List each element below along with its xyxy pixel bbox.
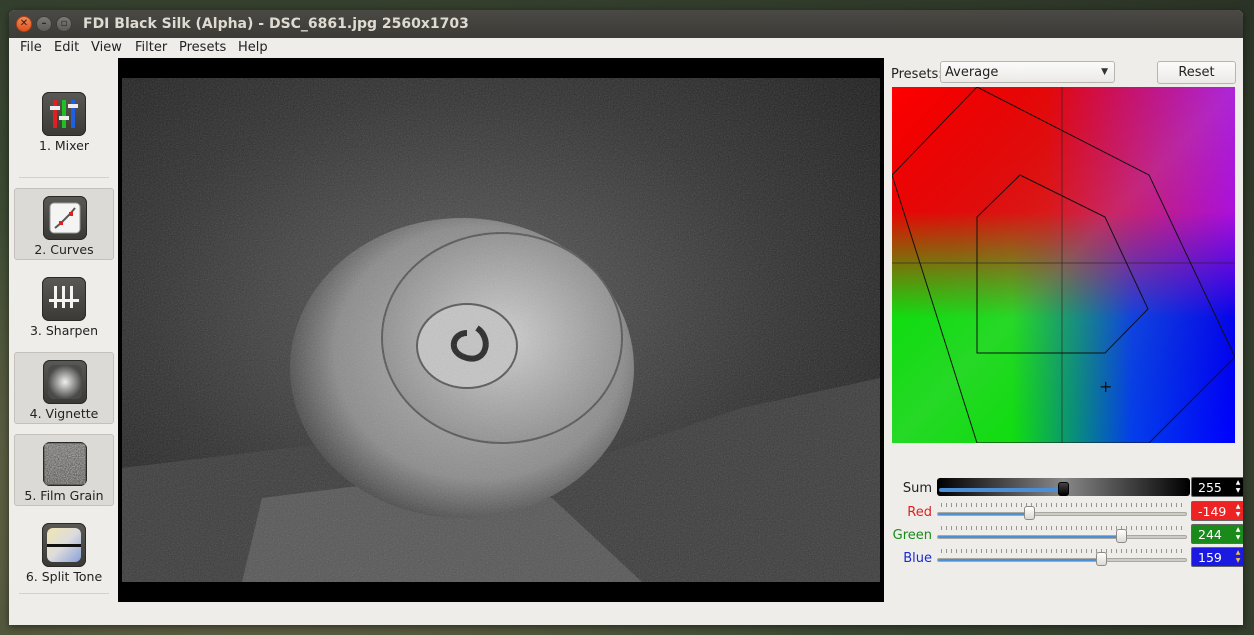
sum-value: 255 bbox=[1198, 480, 1222, 495]
spin-arrows-icon[interactable]: ▲ ▼ bbox=[1233, 503, 1243, 519]
tool-sharpen[interactable]: 3. Sharpen bbox=[14, 270, 114, 342]
menu-presets[interactable]: Presets bbox=[179, 40, 226, 55]
blue-spinbox[interactable]: 159 ▲ ▼ bbox=[1191, 547, 1243, 567]
slider-sum-fill bbox=[939, 488, 1063, 492]
menu-help[interactable]: Help bbox=[238, 40, 268, 55]
film-grain-icon bbox=[43, 442, 87, 486]
reset-button[interactable]: Reset bbox=[1157, 61, 1236, 84]
slider-green-track[interactable] bbox=[937, 535, 1187, 539]
slider-green-handle[interactable] bbox=[1116, 529, 1127, 543]
close-window-button[interactable]: ✕ bbox=[16, 16, 32, 32]
settings-panel: Presets: Average ▼ Reset + Sum 255 ▲ ▼ R… bbox=[889, 58, 1243, 618]
slider-red-label: Red bbox=[907, 505, 932, 520]
sum-spinbox[interactable]: 255 ▲ ▼ bbox=[1191, 477, 1243, 497]
tool-sharpen-label: 3. Sharpen bbox=[29, 323, 99, 338]
green-spinbox[interactable]: 244 ▲ ▼ bbox=[1191, 524, 1243, 544]
presets-selected-value: Average bbox=[945, 65, 999, 80]
slider-red: Red -149 ▲ ▼ bbox=[889, 501, 1243, 523]
tool-vignette-label: 4. Vignette bbox=[29, 406, 99, 421]
title-bar[interactable]: ✕ – ▫ FDI Black Silk (Alpha) - DSC_6861.… bbox=[9, 10, 1243, 38]
slider-blue-label: Blue bbox=[903, 551, 932, 566]
menu-edit[interactable]: Edit bbox=[54, 40, 79, 55]
slider-ticks bbox=[941, 503, 1185, 507]
slider-green: Green 244 ▲ ▼ bbox=[889, 524, 1243, 546]
tool-mixer[interactable]: 1. Mixer bbox=[14, 85, 114, 157]
slider-green-label: Green bbox=[892, 528, 932, 543]
window-title: FDI Black Silk (Alpha) - DSC_6861.jpg 25… bbox=[83, 16, 469, 32]
tool-mixer-label: 1. Mixer bbox=[39, 138, 89, 153]
menu-file[interactable]: File bbox=[20, 40, 42, 55]
mixer-icon bbox=[42, 92, 86, 136]
dropdown-arrow-icon: ▼ bbox=[1101, 67, 1108, 77]
green-value: 244 bbox=[1198, 527, 1222, 542]
snail-shell-photo bbox=[122, 78, 880, 582]
channel-color-map[interactable]: + bbox=[892, 87, 1235, 443]
red-value: -149 bbox=[1198, 504, 1227, 519]
spin-arrows-icon[interactable]: ▲ ▼ bbox=[1233, 526, 1243, 542]
menu-view[interactable]: View bbox=[91, 40, 122, 55]
divider bbox=[19, 593, 109, 594]
presets-label: Presets: bbox=[891, 67, 943, 82]
tool-film-grain[interactable]: 5. Film Grain bbox=[14, 434, 114, 506]
slider-ticks bbox=[941, 526, 1185, 530]
divider bbox=[19, 177, 109, 178]
slider-sum-label: Sum bbox=[902, 481, 932, 496]
red-spinbox[interactable]: -149 ▲ ▼ bbox=[1191, 501, 1243, 521]
spin-arrows-icon[interactable]: ▲ ▼ bbox=[1233, 549, 1243, 565]
tool-vignette[interactable]: 4. Vignette bbox=[14, 352, 114, 424]
minimize-window-button[interactable]: – bbox=[36, 16, 52, 32]
image-viewer[interactable] bbox=[118, 58, 884, 602]
tool-sidebar: 1. Mixer 2. Curves 3. Sharpen 4. Vignett… bbox=[13, 60, 115, 600]
slider-sum: Sum 255 ▲ ▼ bbox=[889, 477, 1243, 499]
sharpen-icon bbox=[42, 277, 86, 321]
slider-blue-track[interactable] bbox=[937, 558, 1187, 562]
presets-dropdown[interactable]: Average ▼ bbox=[940, 61, 1115, 83]
slider-red-track[interactable] bbox=[937, 512, 1187, 516]
curves-icon bbox=[43, 196, 87, 240]
maximize-window-button[interactable]: ▫ bbox=[56, 16, 72, 32]
slider-blue: Blue 159 ▲ ▼ bbox=[889, 547, 1243, 569]
menu-bar: File Edit View Filter Presets Help bbox=[9, 38, 1243, 58]
slider-blue-fill bbox=[938, 559, 1100, 561]
app-window: ✕ – ▫ FDI Black Silk (Alpha) - DSC_6861.… bbox=[9, 10, 1243, 625]
tool-split-tone[interactable]: 6. Split Tone bbox=[14, 516, 114, 588]
slider-red-handle[interactable] bbox=[1024, 506, 1035, 520]
slider-sum-handle[interactable] bbox=[1058, 482, 1069, 496]
slider-green-fill bbox=[938, 536, 1120, 538]
vignette-icon bbox=[43, 360, 87, 404]
slider-ticks bbox=[941, 549, 1185, 553]
tool-curves[interactable]: 2. Curves bbox=[14, 188, 114, 260]
spin-arrows-icon[interactable]: ▲ ▼ bbox=[1233, 479, 1243, 495]
svg-text:+: + bbox=[1099, 377, 1112, 396]
menu-filter[interactable]: Filter bbox=[135, 40, 167, 55]
tool-curves-label: 2. Curves bbox=[34, 242, 94, 257]
blue-value: 159 bbox=[1198, 550, 1222, 565]
split-tone-icon bbox=[42, 523, 86, 567]
slider-blue-handle[interactable] bbox=[1096, 552, 1107, 566]
slider-red-fill bbox=[938, 513, 1028, 515]
tool-film-grain-label: 5. Film Grain bbox=[24, 488, 104, 503]
tool-split-tone-label: 6. Split Tone bbox=[25, 569, 103, 584]
